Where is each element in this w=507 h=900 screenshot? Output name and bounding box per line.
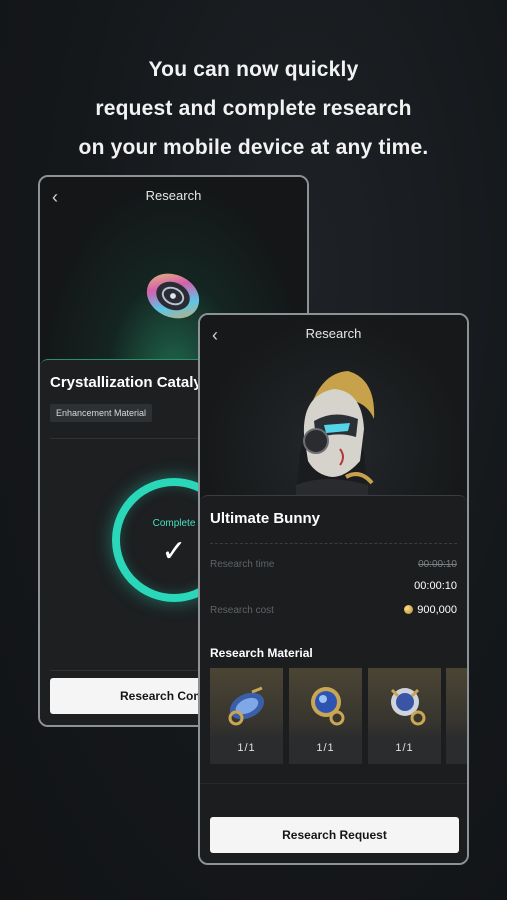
headline-line-1: You can now quickly <box>148 58 359 81</box>
research-time-label: Research time <box>210 559 275 570</box>
material-quantity: 1/1 <box>237 742 256 754</box>
item-name: Crystallization Catalyst <box>50 374 216 391</box>
headline-line-3: on your mobile device at any time. <box>78 136 429 159</box>
material-icon <box>228 686 265 726</box>
research-cost-label: Research cost <box>210 605 274 616</box>
material-slot-1[interactable]: 1/1 <box>210 668 283 764</box>
research-time-original: 00:00:10 <box>418 559 457 570</box>
top-bar: ‹ Research <box>200 315 467 353</box>
research-time-value: 00:00:10 <box>414 580 457 592</box>
divider <box>210 543 457 544</box>
headline: You can now quickly request and complete… <box>0 50 507 167</box>
material-slot-partial[interactable] <box>446 668 467 764</box>
divider <box>200 783 467 784</box>
item-category-tag: Enhancement Material <box>50 404 153 422</box>
phone-screen-front: ‹ Research Ultimate Bunny Research time … <box>198 313 469 865</box>
material-slot-3[interactable]: 1/1 <box>368 668 441 764</box>
screen-title: Research <box>305 326 362 341</box>
character-name: Ultimate Bunny <box>210 510 321 527</box>
headline-line-2: request and complete research <box>95 97 412 120</box>
character-portrait-image <box>296 371 375 499</box>
research-request-button[interactable]: Research Request <box>210 817 459 853</box>
research-cost: 900,000 <box>404 604 457 616</box>
research-material-label: Research Material <box>210 646 313 660</box>
material-icon <box>311 687 345 726</box>
top-bar: ‹ Research <box>40 177 307 215</box>
material-icon <box>390 688 426 726</box>
catalyst-item-image <box>146 273 200 319</box>
research-cost-value: 900,000 <box>417 604 457 616</box>
material-quantity: 1/1 <box>395 742 414 754</box>
material-quantity: 1/1 <box>316 742 335 754</box>
research-detail-panel: Ultimate Bunny Research time 00:00:10 00… <box>200 495 467 863</box>
gold-coin-icon <box>404 605 414 614</box>
material-slot-2[interactable]: 1/1 <box>289 668 362 764</box>
screen-title: Research <box>145 188 202 203</box>
